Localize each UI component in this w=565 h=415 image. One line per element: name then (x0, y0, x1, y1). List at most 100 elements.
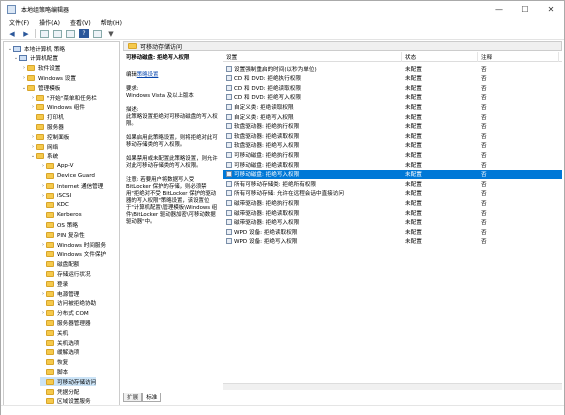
close-button[interactable]: ✕ (538, 1, 564, 17)
horizontal-scrollbar[interactable] (223, 383, 562, 390)
tree-item[interactable]: Kerberos (40, 211, 82, 220)
tree-item[interactable]: › Windows 设置 (21, 73, 76, 82)
requirements-value: Windows Vista 及以上版本 (126, 93, 194, 99)
column-setting[interactable]: 设置 (226, 52, 402, 62)
table-row[interactable]: 所有可移动存储类: 拒绝所有权限 未配置 否 (223, 179, 562, 188)
setting-state: 未配置 (405, 200, 422, 207)
setting-state: 未配置 (405, 220, 422, 227)
tree-item[interactable]: Device Guard (40, 171, 95, 180)
minimize-button[interactable]: — (486, 1, 512, 17)
tree-item[interactable]: 服务器管理器 (40, 318, 91, 327)
tree-item[interactable]: › "开始"菜单和任务栏 (30, 93, 97, 102)
tree-item[interactable]: 凭据分配 (40, 387, 79, 396)
tree-item-label: Windows 组件 (47, 105, 85, 112)
table-row[interactable]: WPD 设备: 拒绝读取权限 未配置 否 (223, 227, 562, 236)
tree-item[interactable]: › 控制面板 (30, 132, 69, 141)
help-icon[interactable]: ? (79, 29, 89, 38)
column-comment[interactable]: 注释 (481, 52, 559, 62)
disable-text: 如果禁用或未配置此策略设置，则允许对此可移动存储类的写入权限。 (126, 156, 218, 169)
policy-setting-icon (226, 132, 232, 139)
tree-item[interactable]: 缓解选项 (40, 348, 79, 357)
folder-icon (128, 43, 137, 49)
filter-icon[interactable]: ▼ (106, 29, 116, 38)
table-row[interactable]: 软盘驱动器: 拒绝执行权限 未配置 否 (223, 122, 562, 131)
export-list-icon[interactable] (66, 29, 75, 38)
tree-item[interactable]: › 网络 (30, 142, 58, 151)
policy-list[interactable]: 设置 状态 注释 设置强制重启的时间(以秒为单位) 未配置否 CD 和 DVD: 拒… (223, 52, 562, 382)
tree-item[interactable]: OS 策略 (40, 220, 78, 229)
table-row[interactable]: 设置强制重启的时间(以秒为单位) 未配置 否 (223, 64, 562, 73)
setting-comment: 否 (481, 239, 487, 246)
menu-file[interactable]: 文件(F) (9, 18, 29, 27)
tree-item[interactable]: 服务器 (30, 122, 64, 131)
tree-item[interactable]: KDC (40, 201, 69, 210)
tree-item[interactable]: ⌄ 本地计算机 策略 (7, 44, 65, 53)
menu-action[interactable]: 操作(A) (39, 18, 60, 27)
folder-icon (46, 280, 54, 287)
folder-icon (46, 182, 54, 189)
folder-icon (46, 202, 54, 209)
folder-icon (46, 349, 54, 356)
back-arrow-icon[interactable]: ◀ (7, 29, 17, 38)
table-row[interactable]: 磁带驱动器: 拒绝写入权限 未配置 否 (223, 218, 562, 227)
navigation-tree[interactable]: ⌄ 本地计算机 策略 ⌄ 计算机配置 › 软件设置 › Windows 设置 ⌄ 管理模板 › "开始… (3, 41, 120, 409)
tree-item[interactable]: ⌄ 计算机配置 (13, 54, 58, 63)
setting-comment: 否 (481, 104, 487, 111)
menu-view[interactable]: 查看(V) (70, 18, 91, 27)
tree-item[interactable]: › App-V (40, 162, 73, 171)
table-row[interactable]: CD 和 DVD: 拒绝执行权限 未配置 否 (223, 74, 562, 83)
tree-item[interactable]: › Windows 时间服务 (40, 240, 106, 249)
show-tree-icon[interactable] (53, 29, 62, 38)
table-row[interactable]: WPD 设备: 拒绝写入权限 未配置 否 (223, 237, 562, 246)
tree-item[interactable]: PIN 复杂性 (40, 230, 85, 239)
tree-item[interactable]: 关机 (40, 328, 68, 337)
tree-item[interactable]: › Internet 通信管理 (40, 181, 103, 190)
maximize-button[interactable]: ☐ (512, 1, 538, 17)
edit-prefix: 编辑 (126, 72, 137, 78)
tree-item[interactable]: › iSCSI (40, 191, 71, 200)
table-row[interactable]: 磁带驱动器: 拒绝读取权限 未配置 否 (223, 208, 562, 217)
tree-item[interactable]: 可移动存储访问 (40, 377, 97, 387)
tree-item[interactable]: 登录 (40, 279, 68, 288)
tree-item[interactable]: › 分布式 COM (40, 309, 89, 318)
computer-icon (19, 55, 27, 62)
tree-item[interactable]: › 电源管理 (40, 289, 79, 298)
tree-item[interactable]: 打印机 (30, 113, 64, 122)
tree-item[interactable]: 恢复 (40, 358, 68, 367)
table-row[interactable]: 可移动磁盘: 拒绝写入权限 未配置 否 (223, 169, 562, 179)
tab-extended[interactable]: 扩展 (123, 393, 143, 402)
tree-item[interactable]: 关机选项 (40, 338, 79, 347)
table-row[interactable]: 自定义类: 拒绝读取权限 未配置 否 (223, 102, 562, 111)
table-row[interactable]: 可移动磁盘: 拒绝执行权限 未配置 否 (223, 150, 562, 159)
tree-item[interactable]: › 软件设置 (21, 64, 60, 73)
setting-state: 未配置 (405, 152, 422, 159)
tree-item[interactable]: 脚本 (40, 367, 68, 376)
tree-item-label: PIN 复杂性 (57, 232, 85, 239)
properties-icon[interactable] (93, 29, 102, 38)
table-row[interactable]: 自定义类: 拒绝写入权限 未配置 否 (223, 112, 562, 121)
forward-arrow-icon[interactable]: ▶ (21, 29, 31, 38)
table-row[interactable]: CD 和 DVD: 拒绝写入权限 未配置 否 (223, 93, 562, 102)
table-row[interactable]: 磁带驱动器: 拒绝执行权限 未配置 否 (223, 198, 562, 207)
table-row[interactable]: CD 和 DVD: 拒绝读取权限 未配置 否 (223, 83, 562, 92)
tree-item[interactable]: Windows 文件保护 (40, 250, 106, 259)
table-row[interactable]: 软盘驱动器: 拒绝写入权限 未配置 否 (223, 141, 562, 150)
tab-standard[interactable]: 标准 (142, 393, 162, 402)
tree-item[interactable]: ⌄ 管理模板 (21, 83, 60, 92)
column-state[interactable]: 状态 (405, 52, 478, 62)
setting-name: 设置强制重启的时间(以秒为单位) (234, 66, 317, 73)
tree-item[interactable]: 访问被拒绝协助 (40, 299, 96, 308)
tree-item[interactable]: 磁盘配额 (40, 260, 79, 269)
menu-help[interactable]: 帮助(H) (101, 18, 122, 27)
table-row[interactable]: 软盘驱动器: 拒绝读取权限 未配置 否 (223, 131, 562, 140)
edit-policy-link[interactable]: 策略设置 (137, 72, 159, 78)
table-row[interactable]: 所有可移动存储: 允许在远程会话中直接访问 未配置 否 (223, 189, 562, 198)
tree-item[interactable]: › Windows 组件 (30, 103, 85, 112)
up-folder-icon[interactable] (40, 29, 49, 38)
setting-comment: 否 (481, 143, 487, 150)
tree-item[interactable]: ⌄ 系统 (30, 152, 58, 161)
table-row[interactable]: 可移动磁盘: 拒绝读取权限 未配置 否 (223, 160, 562, 169)
gpedit-app-icon (7, 4, 16, 14)
setting-state: 未配置 (405, 76, 422, 83)
tree-item[interactable]: 存储运行状况 (40, 269, 91, 278)
